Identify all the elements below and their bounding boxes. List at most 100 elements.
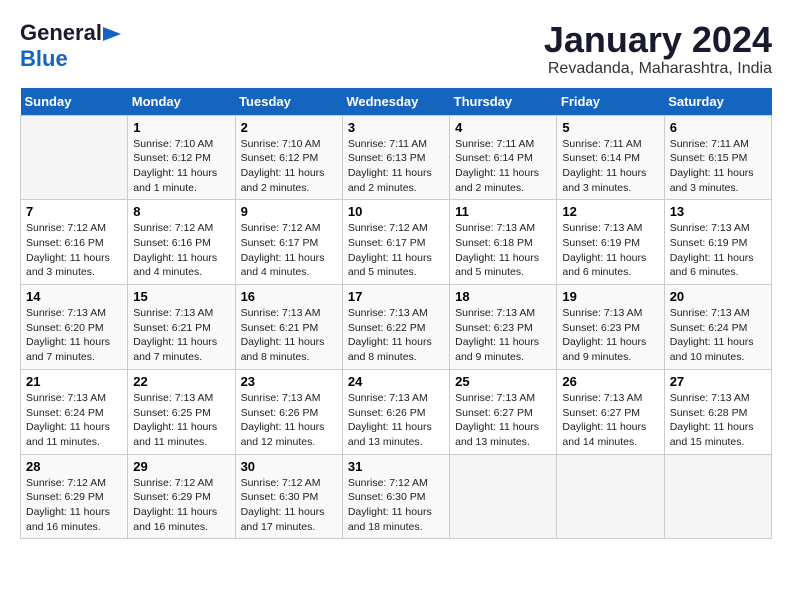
day-number: 5 [562, 120, 658, 135]
table-row: 31 Sunrise: 7:12 AMSunset: 6:30 PMDayligh… [342, 454, 449, 539]
logo-arrow-icon [103, 25, 121, 43]
day-number: 28 [26, 459, 122, 474]
day-of-week-saturday: Saturday [664, 88, 771, 116]
day-number: 13 [670, 204, 766, 219]
day-info: Sunrise: 7:13 AMSunset: 6:26 PMDaylight:… [241, 391, 337, 450]
table-row: 19Sunrise: 7:13 AMSunset: 6:23 PMDayligh… [557, 285, 664, 370]
table-row: 2 Sunrise: 7:10 AMSunset: 6:12 PMDaylight… [235, 115, 342, 200]
day-number: 11 [455, 204, 551, 219]
table-row: 28 Sunrise: 7:12 AMSunset: 6:29 PMDayligh… [21, 454, 128, 539]
day-of-week-thursday: Thursday [450, 88, 557, 116]
day-info: Sunrise: 7:11 AMSunset: 6:13 PMDaylight:… [348, 137, 444, 196]
day-info: Sunrise: 7:13 AMSunset: 6:18 PMDaylight:… [455, 221, 551, 280]
day-number: 15 [133, 289, 229, 304]
day-number: 17 [348, 289, 444, 304]
day-number: 9 [241, 204, 337, 219]
day-info: Sunrise: 7:13 AMSunset: 6:28 PMDaylight:… [670, 391, 766, 450]
day-number: 6 [670, 120, 766, 135]
calendar-table: SundayMondayTuesdayWednesdayThursdayFrid… [20, 88, 772, 540]
table-row: 16 Sunrise: 7:13 AMSunset: 6:21 PMDayligh… [235, 285, 342, 370]
day-number: 25 [455, 374, 551, 389]
table-row: 10 Sunrise: 7:12 AMSunset: 6:17 PMDayligh… [342, 200, 449, 285]
table-row: 11 Sunrise: 7:13 AMSunset: 6:18 PMDayligh… [450, 200, 557, 285]
logo-general: General [20, 20, 102, 46]
calendar-month-year: January 2024 [544, 20, 772, 60]
day-info: Sunrise: 7:11 AMSunset: 6:15 PMDaylight:… [670, 137, 766, 196]
day-info: Sunrise: 7:11 AMSunset: 6:14 PMDaylight:… [455, 137, 551, 196]
table-row: 5Sunrise: 7:11 AMSunset: 6:14 PMDaylight… [557, 115, 664, 200]
day-of-week-tuesday: Tuesday [235, 88, 342, 116]
table-row: 26Sunrise: 7:13 AMSunset: 6:27 PMDayligh… [557, 369, 664, 454]
table-row: 14 Sunrise: 7:13 AMSunset: 6:20 PMDayligh… [21, 285, 128, 370]
table-row: 22 Sunrise: 7:13 AMSunset: 6:25 PMDayligh… [128, 369, 235, 454]
table-row [664, 454, 771, 539]
day-number: 2 [241, 120, 337, 135]
day-number: 14 [26, 289, 122, 304]
day-info: Sunrise: 7:12 AMSunset: 6:30 PMDaylight:… [348, 476, 444, 535]
calendar-week-3: 14 Sunrise: 7:13 AMSunset: 6:20 PMDayligh… [21, 285, 772, 370]
day-of-week-monday: Monday [128, 88, 235, 116]
day-info: Sunrise: 7:12 AMSunset: 6:16 PMDaylight:… [26, 221, 122, 280]
day-number: 16 [241, 289, 337, 304]
table-row: 3 Sunrise: 7:11 AMSunset: 6:13 PMDaylight… [342, 115, 449, 200]
day-info: Sunrise: 7:12 AMSunset: 6:17 PMDaylight:… [348, 221, 444, 280]
day-number: 31 [348, 459, 444, 474]
page-header: General Blue January 2024 Revadanda, Mah… [20, 20, 772, 78]
day-info: Sunrise: 7:12 AMSunset: 6:29 PMDaylight:… [26, 476, 122, 535]
day-number: 12 [562, 204, 658, 219]
day-of-week-friday: Friday [557, 88, 664, 116]
day-of-week-sunday: Sunday [21, 88, 128, 116]
day-number: 23 [241, 374, 337, 389]
table-row: 17Sunrise: 7:13 AMSunset: 6:22 PMDayligh… [342, 285, 449, 370]
table-row: 30 Sunrise: 7:12 AMSunset: 6:30 PMDayligh… [235, 454, 342, 539]
day-number: 18 [455, 289, 551, 304]
days-of-week-row: SundayMondayTuesdayWednesdayThursdayFrid… [21, 88, 772, 116]
table-row [21, 115, 128, 200]
day-info: Sunrise: 7:13 AMSunset: 6:21 PMDaylight:… [241, 306, 337, 365]
day-of-week-wednesday: Wednesday [342, 88, 449, 116]
table-row: 25 Sunrise: 7:13 AMSunset: 6:27 PMDayligh… [450, 369, 557, 454]
calendar-location: Revadanda, Maharashtra, India [544, 60, 772, 78]
table-row: 7 Sunrise: 7:12 AMSunset: 6:16 PMDaylight… [21, 200, 128, 285]
day-number: 29 [133, 459, 229, 474]
day-info: Sunrise: 7:12 AMSunset: 6:17 PMDaylight:… [241, 221, 337, 280]
day-info: Sunrise: 7:13 AMSunset: 6:20 PMDaylight:… [26, 306, 122, 365]
table-row: 29 Sunrise: 7:12 AMSunset: 6:29 PMDayligh… [128, 454, 235, 539]
calendar-week-5: 28 Sunrise: 7:12 AMSunset: 6:29 PMDayligh… [21, 454, 772, 539]
day-number: 10 [348, 204, 444, 219]
day-info: Sunrise: 7:13 AMSunset: 6:19 PMDaylight:… [670, 221, 766, 280]
day-info: Sunrise: 7:10 AMSunset: 6:12 PMDaylight:… [241, 137, 337, 196]
day-number: 22 [133, 374, 229, 389]
day-number: 21 [26, 374, 122, 389]
day-number: 27 [670, 374, 766, 389]
table-row: 4Sunrise: 7:11 AMSunset: 6:14 PMDaylight… [450, 115, 557, 200]
table-row: 1Sunrise: 7:10 AMSunset: 6:12 PMDaylight… [128, 115, 235, 200]
table-row [450, 454, 557, 539]
logo: General Blue [20, 20, 121, 72]
day-info: Sunrise: 7:13 AMSunset: 6:25 PMDaylight:… [133, 391, 229, 450]
table-row: 15Sunrise: 7:13 AMSunset: 6:21 PMDayligh… [128, 285, 235, 370]
table-row: 6 Sunrise: 7:11 AMSunset: 6:15 PMDaylight… [664, 115, 771, 200]
day-number: 1 [133, 120, 229, 135]
day-number: 7 [26, 204, 122, 219]
table-row: 12Sunrise: 7:13 AMSunset: 6:19 PMDayligh… [557, 200, 664, 285]
day-info: Sunrise: 7:12 AMSunset: 6:16 PMDaylight:… [133, 221, 229, 280]
day-number: 19 [562, 289, 658, 304]
table-row: 18Sunrise: 7:13 AMSunset: 6:23 PMDayligh… [450, 285, 557, 370]
day-number: 3 [348, 120, 444, 135]
day-info: Sunrise: 7:13 AMSunset: 6:27 PMDaylight:… [455, 391, 551, 450]
day-info: Sunrise: 7:13 AMSunset: 6:26 PMDaylight:… [348, 391, 444, 450]
table-row: 24Sunrise: 7:13 AMSunset: 6:26 PMDayligh… [342, 369, 449, 454]
day-number: 20 [670, 289, 766, 304]
table-row: 13 Sunrise: 7:13 AMSunset: 6:19 PMDayligh… [664, 200, 771, 285]
day-info: Sunrise: 7:13 AMSunset: 6:27 PMDaylight:… [562, 391, 658, 450]
day-info: Sunrise: 7:12 AMSunset: 6:29 PMDaylight:… [133, 476, 229, 535]
day-info: Sunrise: 7:13 AMSunset: 6:24 PMDaylight:… [26, 391, 122, 450]
calendar-body: 1 Sunrise: 7:10 AMSunset: 6:12 PMDaylight… [21, 115, 772, 539]
day-number: 8 [133, 204, 229, 219]
table-row: 8 Sunrise: 7:12 AMSunset: 6:16 PMDaylight… [128, 200, 235, 285]
calendar-week-1: 1 Sunrise: 7:10 AMSunset: 6:12 PMDaylight… [21, 115, 772, 200]
day-info: Sunrise: 7:12 AMSunset: 6:30 PMDaylight:… [241, 476, 337, 535]
day-number: 30 [241, 459, 337, 474]
table-row: 21 Sunrise: 7:13 AMSunset: 6:24 PMDayligh… [21, 369, 128, 454]
